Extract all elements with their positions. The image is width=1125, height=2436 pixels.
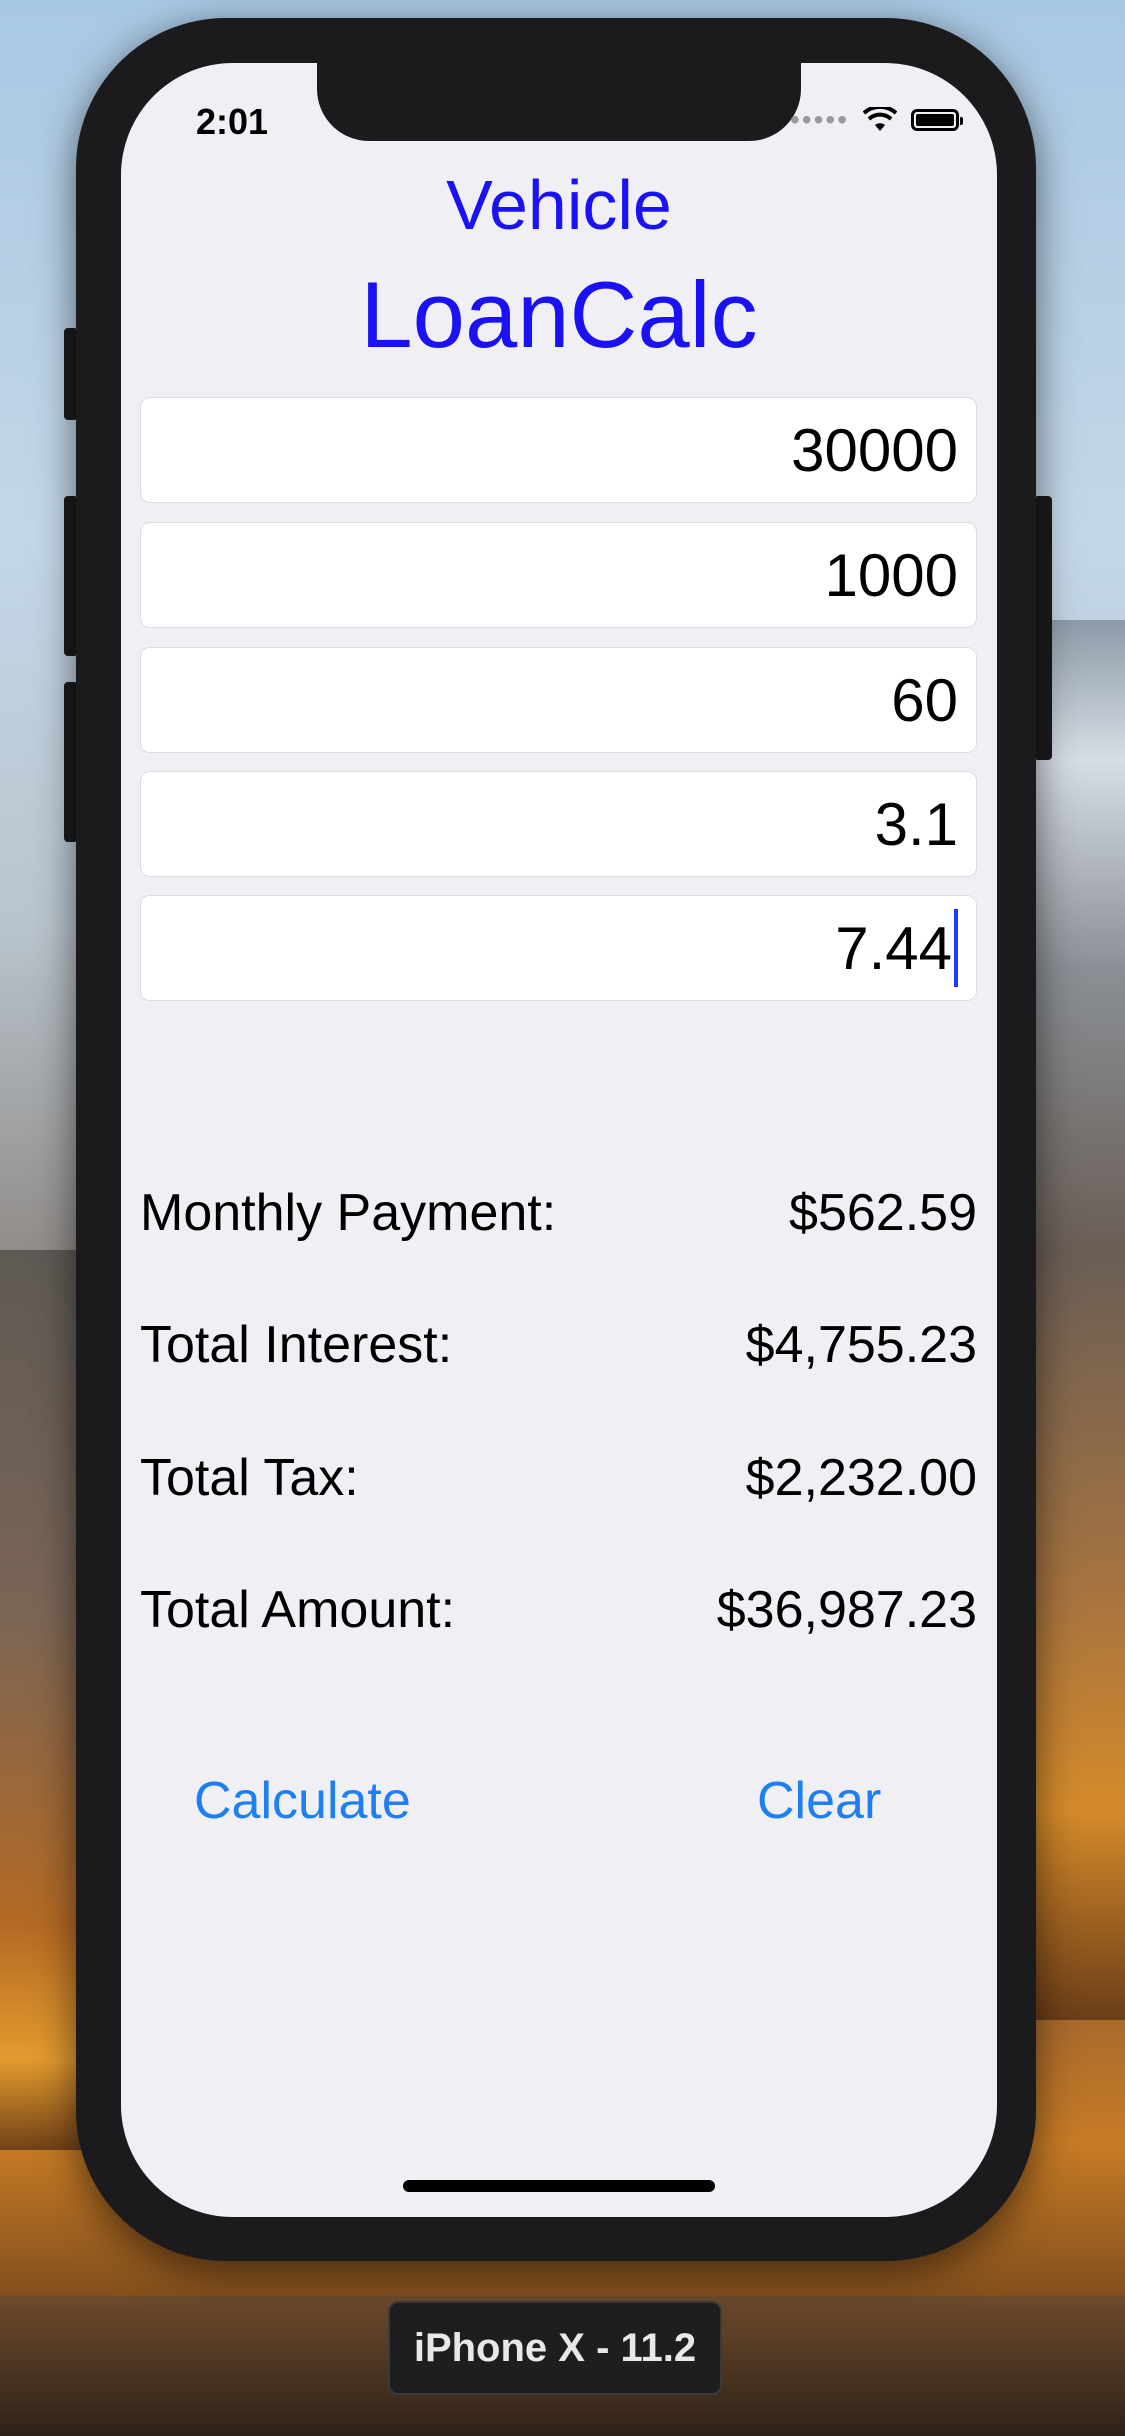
total-amount-label: Total Amount: (140, 1581, 456, 1639)
monthly-payment-value: $562.59 (789, 1184, 977, 1242)
tax-rate-value: 7.44 (835, 914, 952, 982)
battery-icon (911, 109, 963, 131)
notch (317, 63, 801, 141)
interest-rate-field[interactable]: 3.1 (140, 771, 977, 877)
total-interest-value: $4,755.23 (745, 1316, 977, 1374)
clear-button[interactable]: Clear (757, 1771, 881, 1831)
interest-rate-value: 3.1 (874, 790, 958, 858)
term-months-field[interactable]: 60 (140, 647, 977, 753)
app-title-line2: LoanCalc (360, 262, 758, 367)
down-payment-value: 1000 (824, 541, 958, 609)
signal-icon: ••••• (789, 104, 849, 135)
home-indicator[interactable] (403, 2180, 715, 2192)
monthly-payment-label: Monthly Payment: (140, 1184, 557, 1242)
total-tax-label: Total Tax: (140, 1449, 359, 1507)
tax-rate-field[interactable]: 7.44 (140, 895, 977, 1001)
total-tax-value: $2,232.00 (745, 1449, 977, 1507)
app-screen: 2:01 ••••• Vehicle LoanCalc 30000 1000 6… (121, 63, 997, 2217)
loan-amount-value: 30000 (791, 416, 958, 484)
total-amount-value: $36,987.23 (716, 1581, 977, 1639)
wifi-icon (863, 107, 897, 131)
app-title-line1: Vehicle (446, 166, 672, 244)
down-payment-field[interactable]: 1000 (140, 522, 977, 628)
term-months-value: 60 (891, 666, 958, 734)
side-power-button (1034, 496, 1052, 760)
text-cursor (954, 909, 958, 987)
calculate-button[interactable]: Calculate (194, 1771, 411, 1831)
loan-amount-field[interactable]: 30000 (140, 397, 977, 503)
simulator-device-label: iPhone X - 11.2 (388, 2301, 722, 2395)
status-time: 2:01 (196, 101, 269, 142)
status-icons: ••••• (789, 104, 963, 135)
total-interest-label: Total Interest: (140, 1316, 453, 1374)
